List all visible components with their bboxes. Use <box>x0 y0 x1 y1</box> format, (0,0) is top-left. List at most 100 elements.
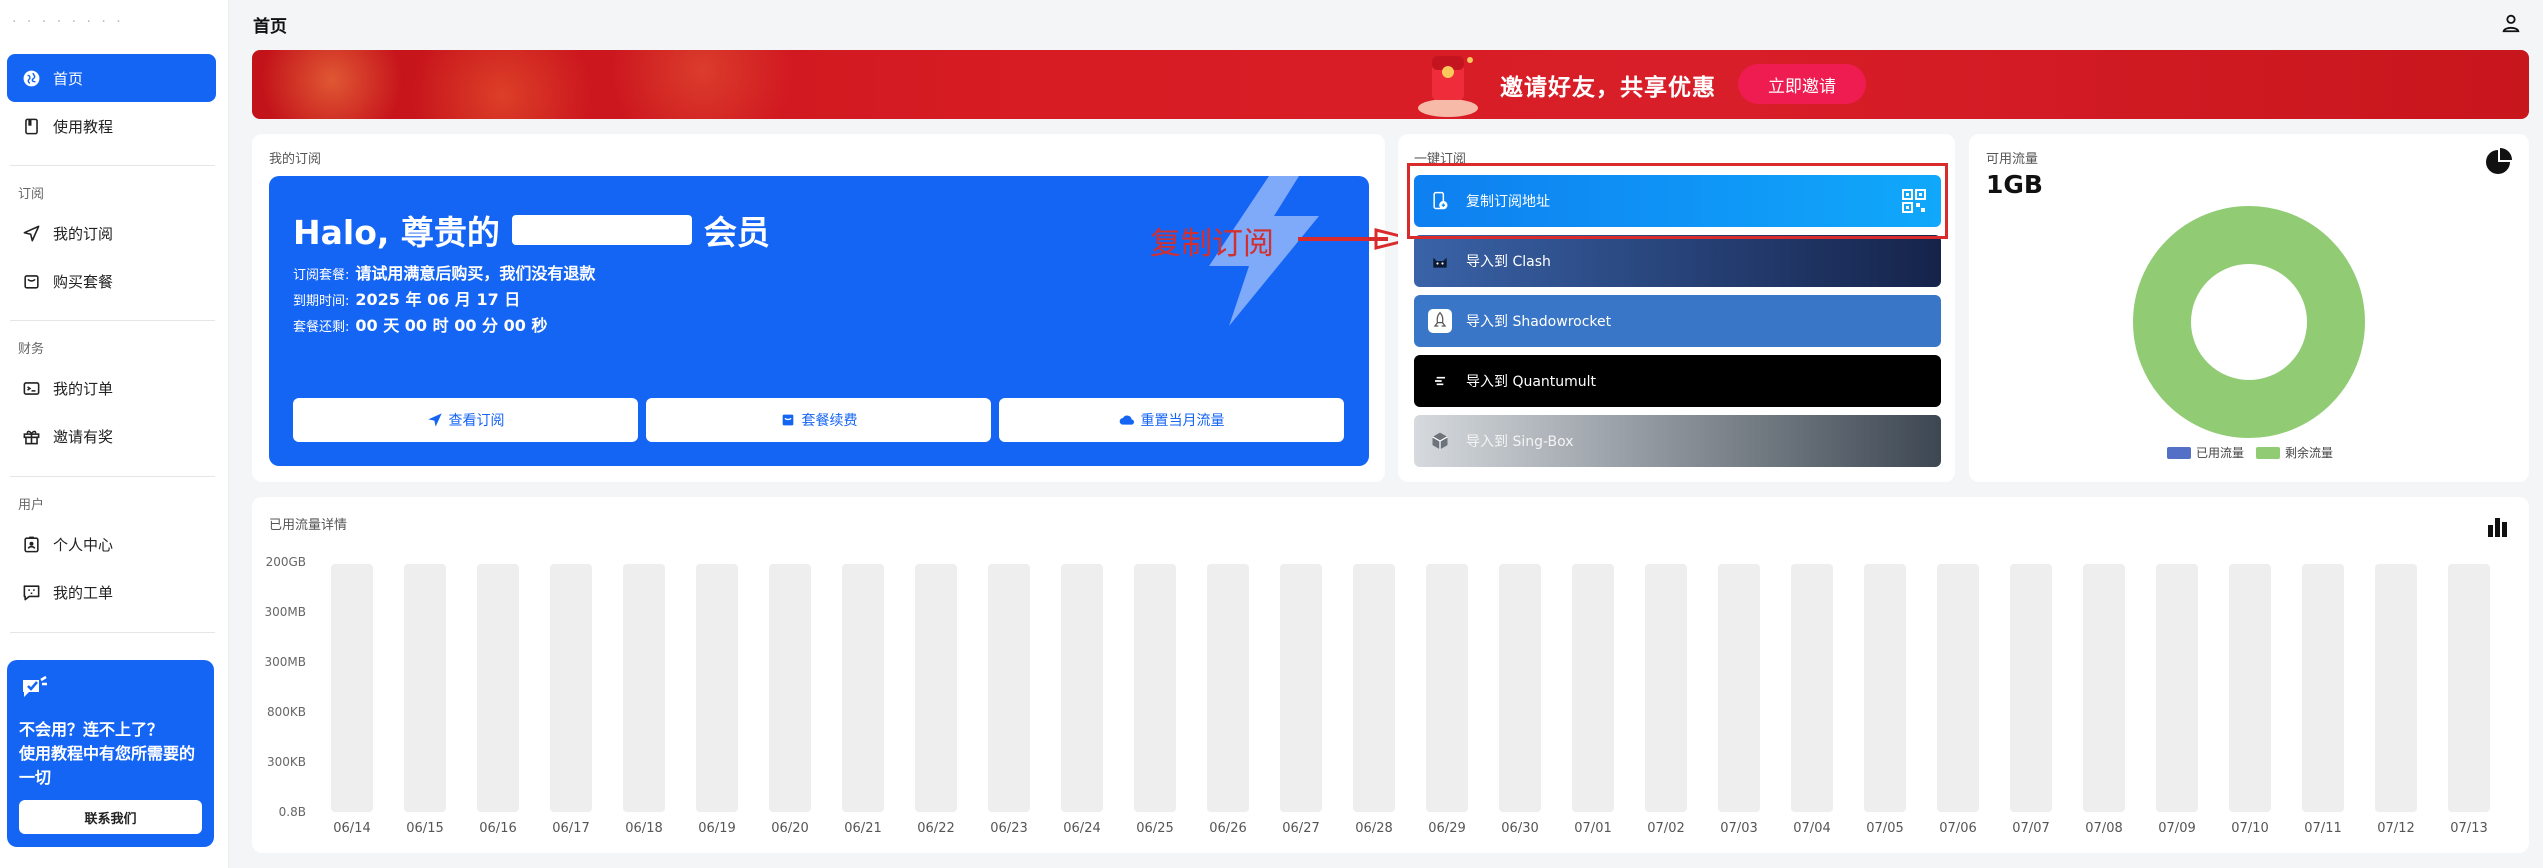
bar-track[interactable] <box>2010 564 2052 812</box>
x-tick-label: 07/02 <box>1647 821 1684 836</box>
y-tick-label: 300MB <box>265 655 307 669</box>
bar-track[interactable] <box>331 564 373 812</box>
greeting-suffix: 会员 <box>703 213 770 252</box>
greeting: Halo, 尊贵的 会员 <box>293 206 770 254</box>
sidebar-item-tutorial[interactable]: 使用教程 <box>7 102 216 150</box>
plan-row: 订阅套餐: 请试用满意后购买，我们没有退款 <box>293 260 595 284</box>
bar-track[interactable] <box>404 564 446 812</box>
bar-track[interactable] <box>1937 564 1979 812</box>
user-icon[interactable] <box>2500 12 2522 34</box>
invite-banner[interactable]: 邀请好友，共享优惠 立即邀请 <box>252 50 2529 119</box>
bag-icon <box>21 271 41 291</box>
y-tick-label: 200GB <box>266 555 306 569</box>
sidebar-item-home[interactable]: 首页 <box>7 54 216 102</box>
x-tick-label: 06/22 <box>917 821 954 836</box>
reset-traffic-button[interactable]: 重置当月流量 <box>999 398 1344 442</box>
bar-track[interactable] <box>477 564 519 812</box>
x-tick-label: 06/20 <box>771 821 808 836</box>
reset-label: 套餐还剩: <box>293 320 350 335</box>
bar-track[interactable] <box>696 564 738 812</box>
chart-title: 已用流量详情 <box>269 518 348 533</box>
bar-track[interactable] <box>915 564 957 812</box>
divider <box>10 320 215 321</box>
traffic-legend: 已用流量 剩余流量 <box>2167 444 2333 461</box>
plan-value: 请试用满意后购买，我们没有退款 <box>355 264 596 283</box>
legend-used[interactable]: 已用流量 <box>2167 444 2244 461</box>
book-icon <box>21 116 41 136</box>
sidebar-item-profile[interactable]: 个人中心 <box>7 520 216 568</box>
bar-track[interactable] <box>1645 564 1687 812</box>
x-tick-label: 06/23 <box>990 821 1027 836</box>
invite-now-button[interactable]: 立即邀请 <box>1738 64 1866 104</box>
bar-track[interactable] <box>1280 564 1322 812</box>
sidebar: · · · · · · · · 首页 使用教程 订阅 我的订阅 购买套餐 财务 … <box>0 0 229 868</box>
import-clash-button[interactable]: 导入到 Clash <box>1414 235 1941 287</box>
sidebar-item-label: 首页 <box>53 69 84 88</box>
sidebar-item-label: 购买套餐 <box>53 272 114 291</box>
x-tick-label: 07/04 <box>1793 821 1830 836</box>
bar-track[interactable] <box>769 564 811 812</box>
y-tick-label: 300KB <box>267 755 306 769</box>
view-subscription-button[interactable]: 查看订阅 <box>293 398 638 442</box>
x-tick-label: 06/16 <box>479 821 516 836</box>
import-shadowrocket-button[interactable]: 导入到 Shadowrocket <box>1414 295 1941 347</box>
x-tick-label: 07/06 <box>1939 821 1976 836</box>
sidebar-item-label: 邀请有奖 <box>53 427 114 446</box>
bar-track[interactable] <box>623 564 665 812</box>
bar-track[interactable] <box>1499 564 1541 812</box>
x-tick-label: 06/27 <box>1282 821 1319 836</box>
sidebar-item-buy-plan[interactable]: 购买套餐 <box>7 257 216 305</box>
bar-track[interactable] <box>1572 564 1614 812</box>
help-text: 不会用？连不上了？ 使用教程中有您所需要的一切 <box>19 718 202 790</box>
y-tick-label: 800KB <box>267 705 306 719</box>
bar-track[interactable] <box>1134 564 1176 812</box>
bar-track[interactable] <box>1207 564 1249 812</box>
reset-value: 00 天 00 时 00 分 00 秒 <box>355 316 548 335</box>
sidebar-item-my-subscription[interactable]: 我的订阅 <box>7 209 216 257</box>
button-label: 套餐续费 <box>801 413 858 429</box>
bar-track[interactable] <box>2375 564 2417 812</box>
legend-remaining[interactable]: 剩余流量 <box>2256 444 2333 461</box>
contact-us-button[interactable]: 联系我们 <box>19 800 202 834</box>
x-tick-label: 06/14 <box>333 821 370 836</box>
x-tick-label: 06/30 <box>1501 821 1538 836</box>
bar-track[interactable] <box>1864 564 1906 812</box>
bar-track[interactable] <box>1426 564 1468 812</box>
bar-track[interactable] <box>2156 564 2198 812</box>
sidebar-item-label: 使用教程 <box>53 117 114 136</box>
x-tick-label: 07/05 <box>1866 821 1903 836</box>
sidebar-item-label: 个人中心 <box>53 535 114 554</box>
send-icon <box>427 413 442 427</box>
bar-track[interactable] <box>1791 564 1833 812</box>
sidebar-item-invite[interactable]: 邀请有奖 <box>7 412 216 460</box>
sidebar-item-tickets[interactable]: 我的工单 <box>7 568 216 616</box>
x-tick-label: 07/09 <box>2158 821 2195 836</box>
bar-track[interactable] <box>2083 564 2125 812</box>
renew-plan-button[interactable]: 套餐续费 <box>646 398 991 442</box>
sidebar-item-label: 我的工单 <box>53 583 114 602</box>
x-tick-label: 06/28 <box>1355 821 1392 836</box>
bar-track[interactable] <box>1353 564 1395 812</box>
sidebar-item-my-orders[interactable]: 我的订单 <box>7 364 216 412</box>
banner-sparkle <box>252 50 852 119</box>
terminal-icon <box>21 378 41 398</box>
x-tick-label: 07/10 <box>2231 821 2268 836</box>
bar-track[interactable] <box>2302 564 2344 812</box>
button-label: 导入到 Sing-Box <box>1466 434 1574 450</box>
button-label: 导入到 Quantumult <box>1466 374 1597 390</box>
bar-track[interactable] <box>1718 564 1760 812</box>
bar-track[interactable] <box>988 564 1030 812</box>
bar-track[interactable] <box>842 564 884 812</box>
plan-label: 订阅套餐: <box>293 268 350 283</box>
help-line-2: 使用教程中有您所需要的一切 <box>19 744 196 787</box>
import-singbox-button[interactable]: 导入到 Sing-Box <box>1414 415 1941 467</box>
bar-track[interactable] <box>2448 564 2490 812</box>
import-quantumult-button[interactable]: 导入到 Quantumult <box>1414 355 1941 407</box>
bar-track[interactable] <box>1061 564 1103 812</box>
remaining-slice <box>2133 206 2365 438</box>
button-label: 导入到 Clash <box>1466 254 1551 270</box>
app-logo[interactable]: · · · · · · · · <box>12 14 212 38</box>
bar-track[interactable] <box>550 564 592 812</box>
sidebar-item-label: 我的订阅 <box>53 224 114 243</box>
bar-track[interactable] <box>2229 564 2271 812</box>
